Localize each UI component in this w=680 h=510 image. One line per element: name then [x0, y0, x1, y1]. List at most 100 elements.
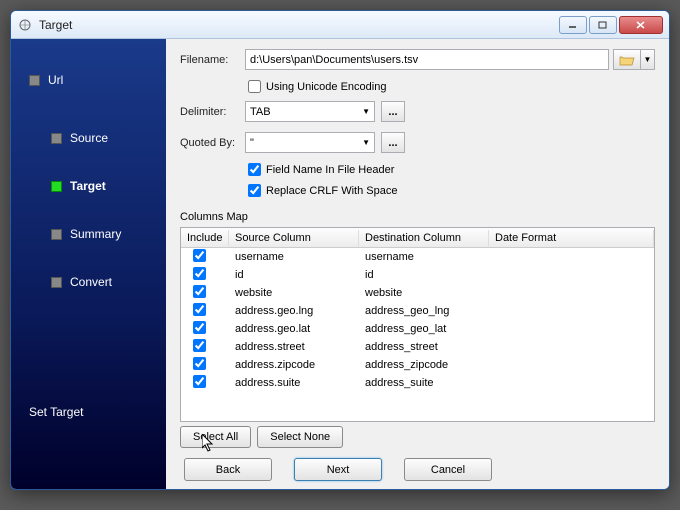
sidebar-item-summary[interactable]: Summary	[51, 227, 121, 241]
node-icon	[29, 75, 40, 86]
sidebar-label-source: Source	[70, 131, 108, 145]
quoted-more-button[interactable]: ...	[381, 132, 405, 153]
dateformat-cell	[489, 364, 654, 366]
fieldname-checkbox[interactable]	[248, 163, 261, 176]
source-cell: address.geo.lng	[229, 304, 359, 318]
chevron-down-icon: ▼	[362, 138, 370, 147]
source-cell: website	[229, 286, 359, 300]
table-row[interactable]: address.geo.lataddress_geo_lat	[181, 320, 654, 338]
sidebar-item-url[interactable]: Url	[29, 73, 166, 87]
source-cell: address.suite	[229, 376, 359, 390]
filename-dropdown-button[interactable]: ▼	[641, 49, 655, 70]
titlebar[interactable]: Target	[11, 11, 669, 39]
delimiter-value: TAB	[250, 106, 271, 118]
select-all-button[interactable]: Select All	[180, 426, 251, 448]
grid-header: Include Source Column Destination Column…	[181, 228, 654, 248]
source-cell: address.zipcode	[229, 358, 359, 372]
source-cell: username	[229, 250, 359, 264]
destination-cell: address_suite	[359, 376, 489, 390]
dateformat-cell	[489, 256, 654, 258]
destination-cell: username	[359, 250, 489, 264]
destination-cell: address_zipcode	[359, 358, 489, 372]
window-title: Target	[39, 18, 557, 32]
filename-label: Filename:	[180, 54, 245, 66]
folder-open-icon	[619, 53, 635, 67]
fieldname-label: Field Name In File Header	[266, 164, 394, 176]
sidebar-label-url: Url	[48, 73, 63, 87]
columns-map-label: Columns Map	[180, 211, 655, 223]
minimize-button[interactable]	[559, 16, 587, 34]
wizard-sidebar: Url Source Target S	[11, 39, 166, 489]
include-checkbox[interactable]	[193, 249, 206, 262]
select-none-button[interactable]: Select None	[257, 426, 343, 448]
table-row[interactable]: websitewebsite	[181, 284, 654, 302]
sidebar-item-target[interactable]: Target	[51, 179, 121, 193]
sidebar-label-convert: Convert	[70, 275, 112, 289]
source-cell: id	[229, 268, 359, 282]
sidebar-item-source[interactable]: Source	[51, 131, 121, 145]
unicode-row: Using Unicode Encoding	[248, 80, 655, 93]
unicode-label: Using Unicode Encoding	[266, 81, 386, 93]
main-panel: Filename: ▼ Using Unicode Encoding Delim…	[166, 39, 669, 489]
sidebar-label-summary: Summary	[70, 227, 121, 241]
dialog-window: Target Url Source	[10, 10, 670, 490]
col-source[interactable]: Source Column	[229, 230, 359, 246]
source-cell: address.street	[229, 340, 359, 354]
include-checkbox[interactable]	[193, 375, 206, 388]
include-checkbox[interactable]	[193, 267, 206, 280]
destination-cell: address_geo_lng	[359, 304, 489, 318]
delimiter-more-button[interactable]: ...	[381, 101, 405, 122]
include-checkbox[interactable]	[193, 285, 206, 298]
dateformat-cell	[489, 292, 654, 294]
dateformat-cell	[489, 274, 654, 276]
dateformat-cell	[489, 346, 654, 348]
col-destination[interactable]: Destination Column	[359, 230, 489, 246]
dateformat-cell	[489, 310, 654, 312]
table-row[interactable]: usernameusername	[181, 248, 654, 266]
destination-cell: address_geo_lat	[359, 322, 489, 336]
chevron-down-icon: ▼	[644, 55, 652, 64]
sidebar-label-target: Target	[70, 179, 106, 193]
table-row[interactable]: address.streetaddress_street	[181, 338, 654, 356]
back-button[interactable]: Back	[184, 458, 272, 481]
col-include[interactable]: Include	[181, 230, 229, 246]
table-row[interactable]: address.zipcodeaddress_zipcode	[181, 356, 654, 374]
cancel-button[interactable]: Cancel	[404, 458, 492, 481]
replace-crlf-checkbox[interactable]	[248, 184, 261, 197]
destination-cell: website	[359, 286, 489, 300]
destination-cell: address_street	[359, 340, 489, 354]
replace-crlf-row: Replace CRLF With Space	[248, 184, 655, 197]
delimiter-label: Delimiter:	[180, 106, 245, 118]
fieldname-row: Field Name In File Header	[248, 163, 655, 176]
include-checkbox[interactable]	[193, 321, 206, 334]
node-icon-active	[51, 181, 62, 192]
filename-input[interactable]	[245, 49, 609, 70]
table-row[interactable]: address.suiteaddress_suite	[181, 374, 654, 392]
close-button[interactable]	[619, 16, 663, 34]
grid-body[interactable]: usernameusernameididwebsitewebsiteaddres…	[181, 248, 654, 421]
dateformat-cell	[489, 328, 654, 330]
table-row[interactable]: idid	[181, 266, 654, 284]
include-checkbox[interactable]	[193, 339, 206, 352]
app-icon	[17, 17, 33, 33]
col-dateformat[interactable]: Date Format	[489, 230, 654, 246]
quoted-combo[interactable]: " ▼	[245, 132, 375, 153]
next-button[interactable]: Next	[294, 458, 382, 481]
node-icon	[51, 277, 62, 288]
table-row[interactable]: address.geo.lngaddress_geo_lng	[181, 302, 654, 320]
include-checkbox[interactable]	[193, 357, 206, 370]
source-cell: address.geo.lat	[229, 322, 359, 336]
node-icon	[51, 229, 62, 240]
browse-button[interactable]	[613, 49, 641, 70]
quoted-value: "	[250, 137, 254, 149]
include-checkbox[interactable]	[193, 303, 206, 316]
sidebar-item-convert[interactable]: Convert	[51, 275, 121, 289]
columns-grid: Include Source Column Destination Column…	[180, 227, 655, 422]
sidebar-footer-text: Set Target	[29, 405, 83, 419]
dateformat-cell	[489, 382, 654, 384]
maximize-button[interactable]	[589, 16, 617, 34]
unicode-checkbox[interactable]	[248, 80, 261, 93]
quoted-label: Quoted By:	[180, 137, 245, 149]
delimiter-combo[interactable]: TAB ▼	[245, 101, 375, 122]
destination-cell: id	[359, 268, 489, 282]
